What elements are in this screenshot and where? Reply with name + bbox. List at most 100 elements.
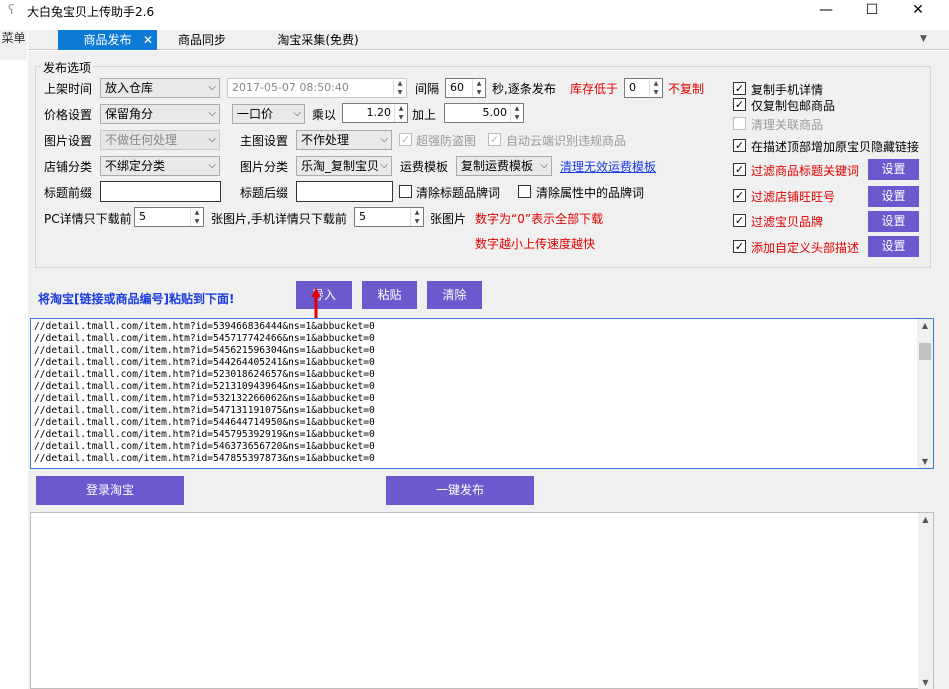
- title-prefix-input[interactable]: [100, 181, 221, 202]
- image-setting-select[interactable]: 不做任何处理 ⌵: [100, 130, 220, 150]
- image-category-select[interactable]: 乐淘_复制宝贝 ⌵: [296, 156, 392, 176]
- anti-theft-label: 超强防盗图: [416, 134, 477, 148]
- spinner-icon: ▲ ▼: [649, 79, 662, 97]
- copy-mobile-detail-checkbox[interactable]: ✓: [733, 82, 746, 95]
- add-input[interactable]: 5.00 ▲ ▼: [444, 103, 524, 123]
- title-bar: ʕ 大白兔宝贝上传助手2.6 — ☐ ✕: [0, 0, 949, 22]
- link-line: //detail.tmall.com/item.htm?id=521310943…: [34, 381, 375, 392]
- tab-list-dropdown-icon[interactable]: ▼: [920, 34, 927, 44]
- close-button[interactable]: ✕: [895, 0, 941, 22]
- chevron-down-icon: ⌵: [380, 160, 388, 171]
- links-textarea[interactable]: //detail.tmall.com/item.htm?id=539466836…: [30, 318, 934, 469]
- links-scrollbar[interactable]: ▲ ▼: [917, 319, 933, 468]
- login-taobao-button[interactable]: 登录淘宝: [36, 476, 184, 505]
- maximize-button[interactable]: ☐: [849, 0, 895, 22]
- filter-title-keywords-checkbox[interactable]: ✓: [733, 163, 746, 176]
- image-category-label: 图片分类: [240, 160, 289, 174]
- filter-title-keywords-label: 过滤商品标题关键词: [751, 164, 860, 178]
- paste-hint: 将淘宝[链接或商品编号]粘贴到下面!: [38, 292, 235, 306]
- clear-freight-link[interactable]: 清理无效运费模板: [560, 158, 656, 175]
- spinner-icon: ▲ ▼: [510, 104, 523, 122]
- mobile-detail-input[interactable]: 5 ▲ ▼: [354, 207, 424, 227]
- tab-strip: 商品发布 ✕ 商品同步 淘宝采集(免费): [28, 30, 949, 50]
- chevron-down-icon: ⌵: [208, 108, 216, 119]
- chevron-down-icon: ⌵: [293, 108, 301, 119]
- scroll-up-icon: ▲: [922, 515, 929, 524]
- spinner-icon: ▲ ▼: [394, 104, 407, 122]
- only-free-shipping-label: 仅复制包邮商品: [751, 99, 836, 113]
- link-line: //detail.tmall.com/item.htm?id=532132266…: [34, 393, 375, 404]
- download-all-note: 数字为“0”表示全部下载: [475, 212, 604, 226]
- paste-button[interactable]: 粘贴: [362, 281, 417, 309]
- scroll-down-icon: ▼: [921, 457, 929, 466]
- pc-detail-label: PC详情只下载前: [44, 212, 132, 226]
- add-custom-header-settings-button[interactable]: 设置: [868, 236, 919, 257]
- tab-label: 商品发布: [83, 33, 132, 47]
- link-line: //detail.tmall.com/item.htm?id=546373656…: [34, 441, 375, 452]
- price-setting-select[interactable]: 保留角分 ⌵: [100, 104, 220, 124]
- side-menu-button[interactable]: 菜单: [0, 30, 27, 60]
- shop-category-label: 店铺分类: [44, 160, 93, 174]
- link-line: //detail.tmall.com/item.htm?id=547131191…: [34, 405, 375, 416]
- pc-detail-unit-label: 张图片,手机详情只下载前: [211, 212, 347, 226]
- log-scrollbar[interactable]: ▲ ▼: [918, 513, 933, 689]
- add-hidden-link-label: 在描述顶部增加原宝贝隐藏链接: [751, 140, 920, 154]
- clear-attr-brand-checkbox[interactable]: [518, 185, 531, 198]
- close-tab-icon[interactable]: ✕: [143, 30, 153, 50]
- chevron-down-icon: ⌵: [208, 134, 216, 145]
- main-image-label: 主图设置: [240, 134, 289, 148]
- add-hidden-link-checkbox[interactable]: ✓: [733, 139, 746, 152]
- scroll-up-icon: ▲: [921, 321, 929, 330]
- clear-button[interactable]: 清除: [427, 281, 482, 309]
- main-scroll-area: [934, 51, 949, 689]
- clear-attr-brand-label: 清除属性中的品牌词: [536, 186, 645, 200]
- freight-template-select[interactable]: 复制运费模板 ⌵: [456, 156, 552, 176]
- scroll-down-icon: ▼: [922, 678, 929, 687]
- price-mode-select[interactable]: 一口价 ⌵: [232, 104, 305, 124]
- link-line: //detail.tmall.com/item.htm?id=544264405…: [34, 357, 375, 368]
- stock-below-input[interactable]: 0 ▲ ▼: [624, 78, 663, 98]
- spinner-icon: ▲ ▼: [472, 79, 485, 97]
- clear-related-checkbox[interactable]: [733, 117, 746, 130]
- title-suffix-input[interactable]: [296, 181, 393, 202]
- filter-brand-checkbox[interactable]: ✓: [733, 214, 746, 227]
- one-click-publish-button[interactable]: 一键发布: [386, 476, 534, 505]
- pc-detail-input[interactable]: 5 ▲ ▼: [134, 207, 204, 227]
- cloud-detect-checkbox[interactable]: ✓: [488, 133, 501, 146]
- tab-taobao-collect[interactable]: 淘宝采集(免费): [268, 30, 368, 50]
- link-line: //detail.tmall.com/item.htm?id=539466836…: [34, 321, 375, 332]
- filter-brand-settings-button[interactable]: 设置: [868, 211, 919, 232]
- filter-shop-wangwang-settings-button[interactable]: 设置: [868, 186, 919, 207]
- add-custom-header-checkbox[interactable]: ✓: [733, 240, 746, 253]
- listing-datetime-picker[interactable]: 2017-05-07 08:50:40 ▲ ▼: [227, 78, 407, 98]
- link-line: //detail.tmall.com/item.htm?id=545621596…: [34, 345, 375, 356]
- clear-related-label: 清理关联商品: [751, 118, 824, 132]
- add-label: 加上: [412, 108, 437, 122]
- import-button[interactable]: 导入: [296, 281, 352, 309]
- anti-theft-checkbox[interactable]: ✓: [399, 133, 412, 146]
- filter-brand-label: 过滤宝贝品牌: [751, 215, 824, 229]
- listing-time-select[interactable]: 放入仓库 ⌵: [100, 78, 220, 98]
- spinner-icon: ▲ ▼: [410, 208, 423, 226]
- filter-shop-wangwang-label: 过滤店铺旺旺号: [751, 190, 836, 204]
- minimize-button[interactable]: —: [803, 0, 849, 22]
- interval-unit-label: 秒,逐条发布: [492, 82, 556, 96]
- filter-shop-wangwang-checkbox[interactable]: ✓: [733, 189, 746, 202]
- clear-title-brand-checkbox[interactable]: [399, 185, 412, 198]
- interval-label: 间隔: [415, 82, 440, 96]
- main-image-select[interactable]: 不作处理 ⌵: [296, 130, 392, 150]
- log-output-box[interactable]: [30, 512, 934, 689]
- tab-product-sync[interactable]: 商品同步: [167, 30, 237, 50]
- spinner-icon: ▲ ▼: [393, 79, 406, 97]
- only-free-shipping-checkbox[interactable]: ✓: [733, 98, 746, 111]
- interval-input[interactable]: 60 ▲ ▼: [445, 78, 486, 98]
- link-line: //detail.tmall.com/item.htm?id=523018624…: [34, 369, 375, 380]
- tab-product-publish[interactable]: 商品发布 ✕: [58, 30, 157, 50]
- link-line: //detail.tmall.com/item.htm?id=545795392…: [34, 429, 375, 440]
- chevron-down-icon: ⌵: [208, 160, 216, 171]
- price-setting-label: 价格设置: [44, 108, 93, 122]
- filter-title-keywords-settings-button[interactable]: 设置: [868, 159, 919, 180]
- shop-category-select[interactable]: 不绑定分类 ⌵: [100, 156, 220, 176]
- multiply-input[interactable]: 1.20 ▲ ▼: [342, 103, 408, 123]
- link-line: //detail.tmall.com/item.htm?id=544644714…: [34, 417, 375, 428]
